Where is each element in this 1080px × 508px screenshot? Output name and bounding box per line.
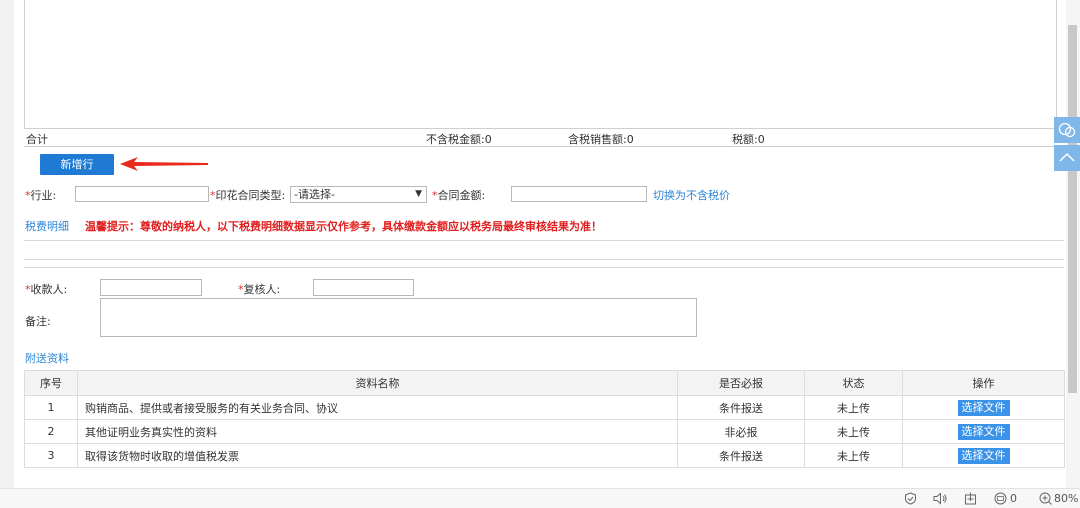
row-status: 未上传: [804, 443, 903, 468]
industry-field[interactable]: [75, 186, 209, 202]
row-status: 未上传: [804, 395, 903, 420]
row-no: 3: [24, 443, 78, 468]
table-row: 2 其他证明业务真实性的资料 非必报 未上传 选择文件: [24, 419, 1065, 444]
divider: [24, 259, 1064, 260]
col-header-action: 操作: [902, 370, 1065, 396]
choose-file-button[interactable]: 选择文件: [957, 447, 1010, 464]
payee-label: *收款人:: [25, 283, 68, 296]
row-name: 购销商品、提供或者接受服务的有关业务合同、协议: [77, 395, 678, 420]
row-name: 取得该货物时收取的增值税发票: [77, 443, 678, 468]
row-no: 2: [24, 419, 78, 444]
zoom-icon[interactable]: [1039, 492, 1052, 505]
table-row: 3 取得该货物时收取的增值税发票 条件报送 未上传 选择文件: [24, 443, 1065, 468]
industry-label: *行业:: [25, 189, 57, 202]
col-header-name: 资料名称: [77, 370, 678, 396]
incl-tax-sales: 含税销售额:0: [568, 133, 634, 146]
contract-amount-label: *合同金额:: [432, 189, 486, 202]
speaker-icon[interactable]: [933, 492, 948, 505]
row-status: 未上传: [804, 419, 903, 444]
left-gutter: [0, 0, 14, 488]
tax-detail-link[interactable]: 税费明细: [25, 218, 69, 234]
add-row-button[interactable]: 新增行: [40, 154, 114, 175]
switch-tax-link[interactable]: 切换为不含税价: [653, 187, 730, 203]
zoom-level[interactable]: 80%: [1054, 492, 1078, 505]
ad-block-icon[interactable]: [994, 492, 1007, 505]
contract-type-select[interactable]: -请选择- ▼: [290, 186, 427, 203]
contract-type-selected: -请选择-: [294, 188, 335, 201]
divider: [24, 240, 1064, 241]
row-no: 1: [24, 395, 78, 420]
contract-amount-field[interactable]: [511, 186, 647, 202]
row-name: 其他证明业务真实性的资料: [77, 419, 678, 444]
remark-label: 备注:: [25, 315, 51, 328]
divider: [24, 267, 1064, 268]
scrollbar-thumb[interactable]: [1068, 25, 1077, 393]
chat-button[interactable]: [1054, 117, 1080, 143]
shield-icon[interactable]: [904, 492, 917, 505]
ex-tax-amount: 不含税金额:0: [426, 133, 492, 146]
back-to-top-button[interactable]: [1054, 145, 1080, 171]
red-arrow-icon: [120, 157, 208, 171]
chat-bubbles-icon: [1058, 122, 1076, 138]
row-action-cell: 选择文件: [902, 443, 1065, 468]
row-required: 条件报送: [677, 395, 805, 420]
reviewer-label: *复核人:: [238, 283, 281, 296]
row-action-cell: 选择文件: [902, 419, 1065, 444]
dropdown-caret-icon: ▼: [415, 189, 422, 199]
col-header-required: 是否必报: [677, 370, 805, 396]
reviewer-field[interactable]: [313, 279, 414, 296]
warning-notice: 温馨提示：尊敬的纳税人，以下税费明细数据显示仅作参考，具体缴款金额应以税务局最终…: [85, 220, 602, 233]
table-row: 1 购销商品、提供或者接受服务的有关业务合同、协议 条件报送 未上传 选择文件: [24, 395, 1065, 420]
ad-block-count: 0: [1010, 492, 1017, 505]
choose-file-button[interactable]: 选择文件: [957, 423, 1010, 440]
row-required: 非必报: [677, 419, 805, 444]
tax-amount: 税额:0: [732, 133, 765, 146]
col-header-status: 状态: [804, 370, 903, 396]
attachments-table: 序号 资料名称 是否必报 状态 操作 1 购销商品、提供或者接受服务的有关业务合…: [24, 370, 1065, 468]
browser-statusbar: 0 80%: [0, 488, 1080, 508]
col-header-no: 序号: [24, 370, 78, 396]
attachments-title: 附送资料: [25, 352, 69, 365]
page: 合计 不含税金额:0 含税销售额:0 税额:0 新增行 *行业: *印花合同类型…: [0, 0, 1080, 508]
chevron-up-icon: [1059, 152, 1075, 162]
payee-field[interactable]: [100, 279, 202, 296]
totals-label: 合计: [26, 133, 48, 146]
tax-detail-grid: [24, 0, 1057, 128]
row-required: 条件报送: [677, 443, 805, 468]
table-header-row: 序号 资料名称 是否必报 状态 操作: [24, 370, 1065, 396]
choose-file-button[interactable]: 选择文件: [957, 399, 1010, 416]
download-box-icon[interactable]: [964, 492, 977, 505]
contract-type-label: *印花合同类型:: [210, 189, 286, 202]
row-action-cell: 选择文件: [902, 395, 1065, 420]
totals-row: 合计 不含税金额:0 含税销售额:0 税额:0: [24, 128, 1056, 147]
remark-textarea[interactable]: [100, 298, 697, 337]
